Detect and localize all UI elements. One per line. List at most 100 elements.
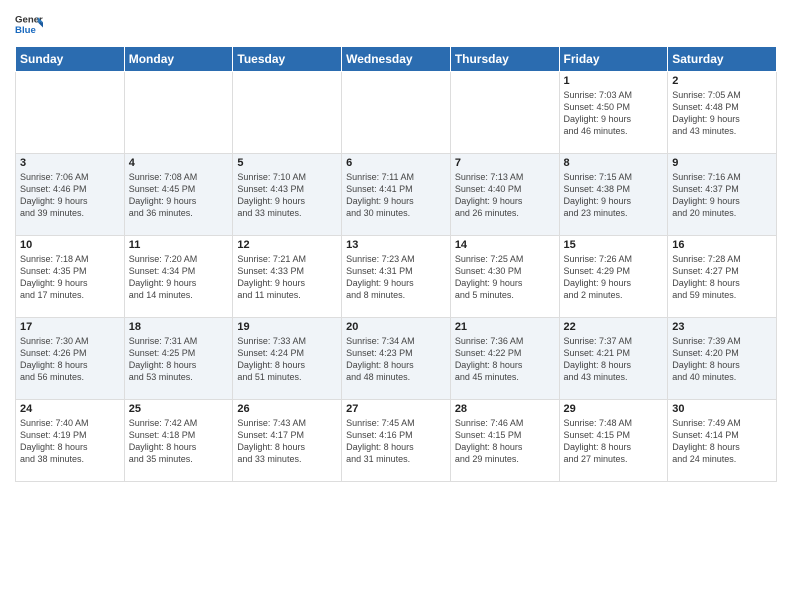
day-number: 11 (129, 239, 229, 251)
day-number: 18 (129, 321, 229, 333)
day-info: Sunrise: 7:16 AM Sunset: 4:37 PM Dayligh… (672, 171, 772, 220)
day-number: 12 (237, 239, 337, 251)
day-info: Sunrise: 7:31 AM Sunset: 4:25 PM Dayligh… (129, 335, 229, 384)
day-number: 15 (564, 239, 664, 251)
day-number: 3 (20, 157, 120, 169)
calendar-cell: 4 Sunrise: 7:08 AM Sunset: 4:45 PM Daylig… (124, 154, 233, 236)
calendar-cell: 5 Sunrise: 7:10 AM Sunset: 4:43 PM Daylig… (233, 154, 342, 236)
day-number: 27 (346, 403, 446, 415)
day-info: Sunrise: 7:20 AM Sunset: 4:34 PM Dayligh… (129, 253, 229, 302)
calendar-cell: 19Sunrise: 7:33 AM Sunset: 4:24 PM Dayli… (233, 318, 342, 400)
svg-text:Blue: Blue (15, 25, 36, 36)
calendar-cell: 9 Sunrise: 7:16 AM Sunset: 4:37 PM Daylig… (668, 154, 777, 236)
day-number: 5 (237, 157, 337, 169)
day-number: 20 (346, 321, 446, 333)
calendar-cell: 29 Sunrise: 7:48 AM Sunset: 4:15 PM Dayli… (559, 400, 668, 482)
day-info: Sunrise: 7:11 AM Sunset: 4:41 PM Dayligh… (346, 171, 446, 220)
calendar-cell (342, 72, 451, 154)
calendar-cell: 7 Sunrise: 7:13 AM Sunset: 4:40 PM Daylig… (450, 154, 559, 236)
weekday-header: Wednesday (342, 47, 451, 72)
calendar-cell: 18 Sunrise: 7:31 AM Sunset: 4:25 PM Dayli… (124, 318, 233, 400)
day-number: 7 (455, 157, 555, 169)
calendar-cell: 17 Sunrise: 7:30 AM Sunset: 4:26 PM Dayli… (16, 318, 125, 400)
day-number: 30 (672, 403, 772, 415)
day-info: Sunrise: 7:40 AM Sunset: 4:19 PM Dayligh… (20, 417, 120, 466)
calendar-cell: 26 Sunrise: 7:43 AM Sunset: 4:17 PM Dayli… (233, 400, 342, 482)
calendar-cell: 8 Sunrise: 7:15 AM Sunset: 4:38 PM Daylig… (559, 154, 668, 236)
calendar-cell: 6 Sunrise: 7:11 AM Sunset: 4:41 PM Daylig… (342, 154, 451, 236)
day-info: Sunrise: 7:08 AM Sunset: 4:45 PM Dayligh… (129, 171, 229, 220)
weekday-header: Sunday (16, 47, 125, 72)
weekday-header: Thursday (450, 47, 559, 72)
day-number: 29 (564, 403, 664, 415)
day-info: Sunrise: 7:30 AM Sunset: 4:26 PM Dayligh… (20, 335, 120, 384)
day-number: 10 (20, 239, 120, 251)
day-number: 16 (672, 239, 772, 251)
day-info: Sunrise: 7:25 AM Sunset: 4:30 PM Dayligh… (455, 253, 555, 302)
weekday-header: Monday (124, 47, 233, 72)
calendar-cell: 14 Sunrise: 7:25 AM Sunset: 4:30 PM Dayli… (450, 236, 559, 318)
day-info: Sunrise: 7:46 AM Sunset: 4:15 PM Dayligh… (455, 417, 555, 466)
day-info: Sunrise: 7:06 AM Sunset: 4:46 PM Dayligh… (20, 171, 120, 220)
day-info: Sunrise: 7:23 AM Sunset: 4:31 PM Dayligh… (346, 253, 446, 302)
day-number: 25 (129, 403, 229, 415)
logo-icon: General Blue (15, 10, 43, 38)
day-info: Sunrise: 7:15 AM Sunset: 4:38 PM Dayligh… (564, 171, 664, 220)
day-number: 26 (237, 403, 337, 415)
day-info: Sunrise: 7:37 AM Sunset: 4:21 PM Dayligh… (564, 335, 664, 384)
calendar-cell: 13 Sunrise: 7:23 AM Sunset: 4:31 PM Dayli… (342, 236, 451, 318)
day-info: Sunrise: 7:45 AM Sunset: 4:16 PM Dayligh… (346, 417, 446, 466)
day-number: 14 (455, 239, 555, 251)
header: General Blue (15, 10, 777, 38)
calendar-cell: 24Sunrise: 7:40 AM Sunset: 4:19 PM Dayli… (16, 400, 125, 482)
weekday-header: Friday (559, 47, 668, 72)
calendar-cell: 30 Sunrise: 7:49 AM Sunset: 4:14 PM Dayli… (668, 400, 777, 482)
day-number: 9 (672, 157, 772, 169)
day-number: 8 (564, 157, 664, 169)
day-info: Sunrise: 7:49 AM Sunset: 4:14 PM Dayligh… (672, 417, 772, 466)
day-number: 13 (346, 239, 446, 251)
calendar-cell (124, 72, 233, 154)
day-info: Sunrise: 7:34 AM Sunset: 4:23 PM Dayligh… (346, 335, 446, 384)
day-number: 4 (129, 157, 229, 169)
calendar-cell (16, 72, 125, 154)
calendar-cell: 22 Sunrise: 7:37 AM Sunset: 4:21 PM Dayli… (559, 318, 668, 400)
day-info: Sunrise: 7:13 AM Sunset: 4:40 PM Dayligh… (455, 171, 555, 220)
main-container: General Blue SundayMondayTuesdayWednesda… (0, 0, 792, 612)
calendar-cell: 10 Sunrise: 7:18 AM Sunset: 4:35 PM Dayli… (16, 236, 125, 318)
calendar-cell (233, 72, 342, 154)
calendar-cell: 1 Sunrise: 7:03 AM Sunset: 4:50 PM Daylig… (559, 72, 668, 154)
day-info: Sunrise: 7:36 AM Sunset: 4:22 PM Dayligh… (455, 335, 555, 384)
calendar-cell: 15Sunrise: 7:26 AM Sunset: 4:29 PM Dayli… (559, 236, 668, 318)
weekday-header: Tuesday (233, 47, 342, 72)
day-info: Sunrise: 7:48 AM Sunset: 4:15 PM Dayligh… (564, 417, 664, 466)
weekday-header: Saturday (668, 47, 777, 72)
day-info: Sunrise: 7:21 AM Sunset: 4:33 PM Dayligh… (237, 253, 337, 302)
day-info: Sunrise: 7:43 AM Sunset: 4:17 PM Dayligh… (237, 417, 337, 466)
day-info: Sunrise: 7:18 AM Sunset: 4:35 PM Dayligh… (20, 253, 120, 302)
calendar-cell (450, 72, 559, 154)
calendar-cell: 21 Sunrise: 7:36 AM Sunset: 4:22 PM Dayli… (450, 318, 559, 400)
calendar-cell: 12 Sunrise: 7:21 AM Sunset: 4:33 PM Dayli… (233, 236, 342, 318)
calendar-cell: 2Sunrise: 7:05 AM Sunset: 4:48 PM Daylig… (668, 72, 777, 154)
day-number: 22 (564, 321, 664, 333)
calendar-cell: 27 Sunrise: 7:45 AM Sunset: 4:16 PM Dayli… (342, 400, 451, 482)
calendar-table: SundayMondayTuesdayWednesdayThursdayFrid… (15, 46, 777, 482)
calendar-cell: 11 Sunrise: 7:20 AM Sunset: 4:34 PM Dayli… (124, 236, 233, 318)
day-number: 1 (564, 75, 664, 87)
day-number: 21 (455, 321, 555, 333)
day-number: 23 (672, 321, 772, 333)
day-info: Sunrise: 7:10 AM Sunset: 4:43 PM Dayligh… (237, 171, 337, 220)
calendar-cell: 20 Sunrise: 7:34 AM Sunset: 4:23 PM Dayli… (342, 318, 451, 400)
day-info: Sunrise: 7:28 AM Sunset: 4:27 PM Dayligh… (672, 253, 772, 302)
day-number: 6 (346, 157, 446, 169)
day-info: Sunrise: 7:33 AM Sunset: 4:24 PM Dayligh… (237, 335, 337, 384)
day-info: Sunrise: 7:03 AM Sunset: 4:50 PM Dayligh… (564, 89, 664, 138)
day-info: Sunrise: 7:42 AM Sunset: 4:18 PM Dayligh… (129, 417, 229, 466)
logo: General Blue (15, 10, 43, 38)
calendar-cell: 28Sunrise: 7:46 AM Sunset: 4:15 PM Dayli… (450, 400, 559, 482)
day-number: 17 (20, 321, 120, 333)
day-number: 2 (672, 75, 772, 87)
day-info: Sunrise: 7:39 AM Sunset: 4:20 PM Dayligh… (672, 335, 772, 384)
calendar-cell: 3 Sunrise: 7:06 AM Sunset: 4:46 PM Daylig… (16, 154, 125, 236)
